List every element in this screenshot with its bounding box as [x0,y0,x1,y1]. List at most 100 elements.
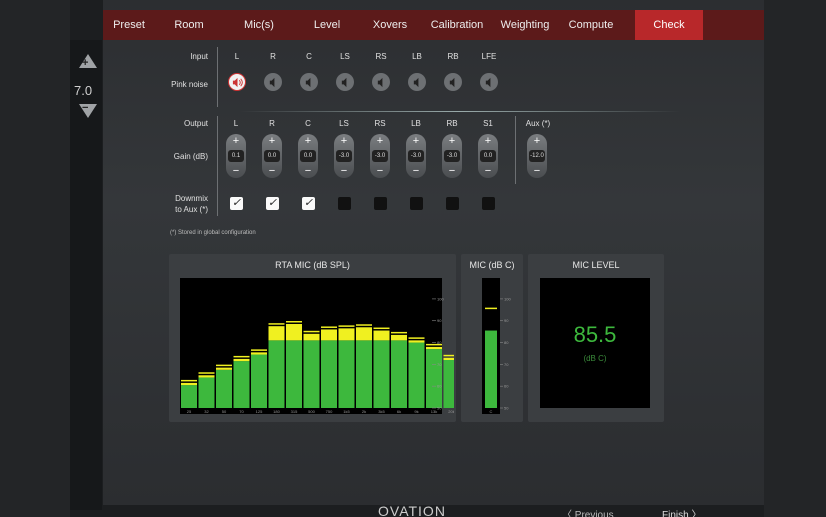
rta-peak-hold [338,325,355,327]
gain-decrease-button[interactable]: − [370,165,390,177]
input-channel-label: C [306,52,312,61]
tab-calibration[interactable]: Calibration [421,10,493,40]
previous-button[interactable]: 〈 Previous [562,506,614,517]
rta-peak-hold [321,326,337,328]
gain-value: 0.1 [228,150,244,162]
rta-bar [198,377,215,408]
gain-value: 0.0 [264,150,280,162]
pink-noise-speaker-icon[interactable] [264,73,282,91]
gain-increase-button[interactable]: + [442,135,462,147]
mic-dbc-title: MIC (dB C) [469,260,515,270]
rta-bar [286,340,302,408]
rta-peak-segment [373,330,390,341]
tab-compute[interactable]: Compute [557,10,625,40]
pink-noise-speaker-icon[interactable] [228,73,246,91]
gain-stepper-aux: + -12.0 − [527,134,547,178]
downmix-checkbox[interactable] [410,197,423,210]
mic-dbc-x-label: C [490,409,493,414]
rta-bar [408,342,425,408]
gain-increase-button[interactable]: + [527,135,547,147]
input-channel-label: LB [412,52,422,61]
downmix-checkbox[interactable] [446,197,459,210]
gain-decrease-button[interactable]: − [442,165,462,177]
output-divider [217,116,218,216]
pink-noise-speaker-icon[interactable] [372,73,390,91]
mic-dbc-bar [485,330,497,408]
gain-label: Gain (dB) [173,152,208,161]
tab-room[interactable]: Room [155,10,223,40]
input-channel-label: R [270,52,276,61]
downmix-checkbox[interactable]: ✓ [230,197,243,210]
pink-noise-speaker-icon[interactable] [408,73,426,91]
gain-decrease-button[interactable]: − [406,165,426,177]
gain-decrease-button[interactable]: − [334,165,354,177]
gain-increase-button[interactable]: + [370,135,390,147]
tab-level[interactable]: Level [295,10,359,40]
mic-dbc-y-tick-label: 100 [504,296,511,301]
gain-increase-button[interactable]: + [226,135,246,147]
tab-xovers[interactable]: Xovers [359,10,421,40]
rta-x-tick-label: 20k [448,409,454,414]
output-channel-label: C [305,119,311,128]
right-gutter [764,0,826,517]
rta-peak-hold [373,327,390,330]
input-channel-label: LS [340,52,350,61]
rta-peak-segment [233,358,250,362]
gain-increase-button[interactable]: + [262,135,282,147]
gain-stepper: + -3.0 − [370,134,390,178]
mic-level-value: 85.5 [573,322,617,347]
tab-weighting[interactable]: Weighting [493,10,557,40]
pink-noise-speaker-icon[interactable] [300,73,318,91]
output-channel-label: S1 [483,119,493,128]
rta-peak-segment [198,375,215,378]
rta-peak-hold [356,324,372,326]
gain-increase-button[interactable]: + [298,135,318,147]
gain-decrease-button[interactable]: − [226,165,246,177]
rta-peak-hold [408,337,425,339]
rta-bar [426,349,442,408]
pink-noise-speaker-icon[interactable] [444,73,462,91]
gain-stepper: +0.1 − [226,134,246,178]
pink-noise-label: Pink noise [171,80,208,89]
downmix-checkbox[interactable] [482,197,495,210]
gain-decrease-button[interactable]: − [298,165,318,177]
rta-x-tick-label: 50 [222,409,227,414]
pink-noise-speaker-icon[interactable] [480,73,498,91]
downmix-checkbox[interactable] [338,197,351,210]
input-channel-label: RB [447,52,459,61]
section-divider [240,111,680,112]
finish-button[interactable]: Finish 〉 [662,506,701,517]
rta-x-tick-label: 2k [362,409,366,414]
downmix-checkbox[interactable]: ✓ [266,197,279,210]
rta-peak-segment [251,352,267,355]
output-channel-label: LB [411,119,421,128]
aux-channel-label: Aux (*) [525,119,551,128]
downmix-label: Downmix [175,194,208,203]
rta-y-tick-label: 60 [437,384,442,389]
downmix-checkbox[interactable]: ✓ [302,197,315,210]
rta-peak-hold [443,354,454,357]
rta-peak-segment [356,327,372,341]
rta-peak-segment [321,329,337,341]
gain-stepper: + -3.0 − [442,134,462,178]
tab-mics[interactable]: Mic(s) [223,10,295,40]
rta-bar [373,340,390,408]
pink-noise-speaker-icon[interactable] [336,73,354,91]
rta-x-tick-label: 315 [291,409,298,414]
tab-preset[interactable]: Preset [103,10,155,40]
mic-level-unit: (dB C) [583,354,607,363]
gain-stepper: +0.0 − [262,134,282,178]
gain-decrease-button[interactable]: − [262,165,282,177]
gain-increase-button[interactable]: + [334,135,354,147]
rta-bar [321,340,337,408]
gain-increase-button[interactable]: + [406,135,426,147]
rta-peak-segment [408,340,425,343]
rta-y-tick-label: 100 [437,296,444,301]
gain-increase-button[interactable]: + [478,135,498,147]
gain-decrease-button[interactable]: − [478,165,498,177]
gain-decrease-button[interactable]: − [527,165,547,177]
tab-check[interactable]: Check [635,10,703,40]
input-channel-label: LFE [481,52,497,61]
output-channel-label: RB [446,119,458,128]
downmix-checkbox[interactable] [374,197,387,210]
